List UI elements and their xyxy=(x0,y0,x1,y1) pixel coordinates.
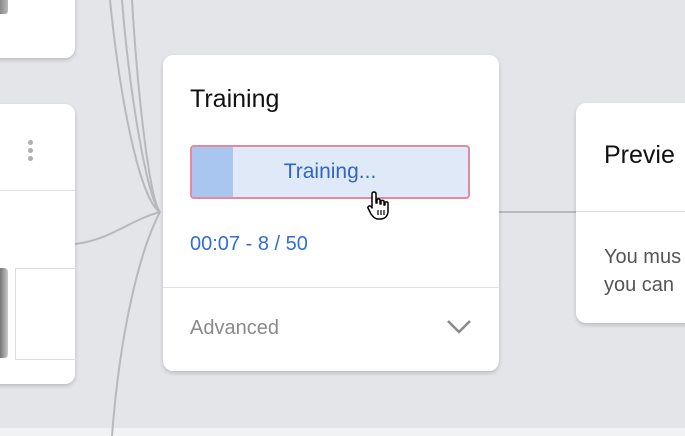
thumbnail xyxy=(15,268,76,360)
train-model-button[interactable]: Training... xyxy=(190,145,470,199)
chevron-down-icon xyxy=(447,320,471,334)
connector-line xyxy=(131,0,161,213)
preview-text: You mus you can xyxy=(604,243,681,299)
training-card: Training Training... 00:07 - 8 / 50 Adva… xyxy=(163,55,499,371)
kebab-menu-icon[interactable] xyxy=(25,140,35,168)
card-title: Previe xyxy=(604,141,675,169)
advanced-label: Advanced xyxy=(190,317,279,339)
divider xyxy=(0,190,75,191)
advanced-toggle[interactable]: Advanced xyxy=(163,288,499,371)
preview-text-line: You mus xyxy=(604,246,682,268)
divider xyxy=(576,211,685,212)
thumbnail xyxy=(0,0,8,14)
preview-text-line: you can xyxy=(604,274,675,296)
hand-pointer-cursor-icon xyxy=(367,191,389,220)
train-button-label: Training... xyxy=(283,160,377,183)
preview-card: Previe You mus you can xyxy=(576,103,685,323)
left-node-card[interactable] xyxy=(0,104,76,384)
left-node-card-top[interactable] xyxy=(0,0,75,58)
connector-line xyxy=(111,211,161,436)
card-title: Training xyxy=(190,85,280,113)
thumbnail xyxy=(0,268,8,358)
training-status-text: 00:07 - 8 / 50 xyxy=(190,233,308,255)
